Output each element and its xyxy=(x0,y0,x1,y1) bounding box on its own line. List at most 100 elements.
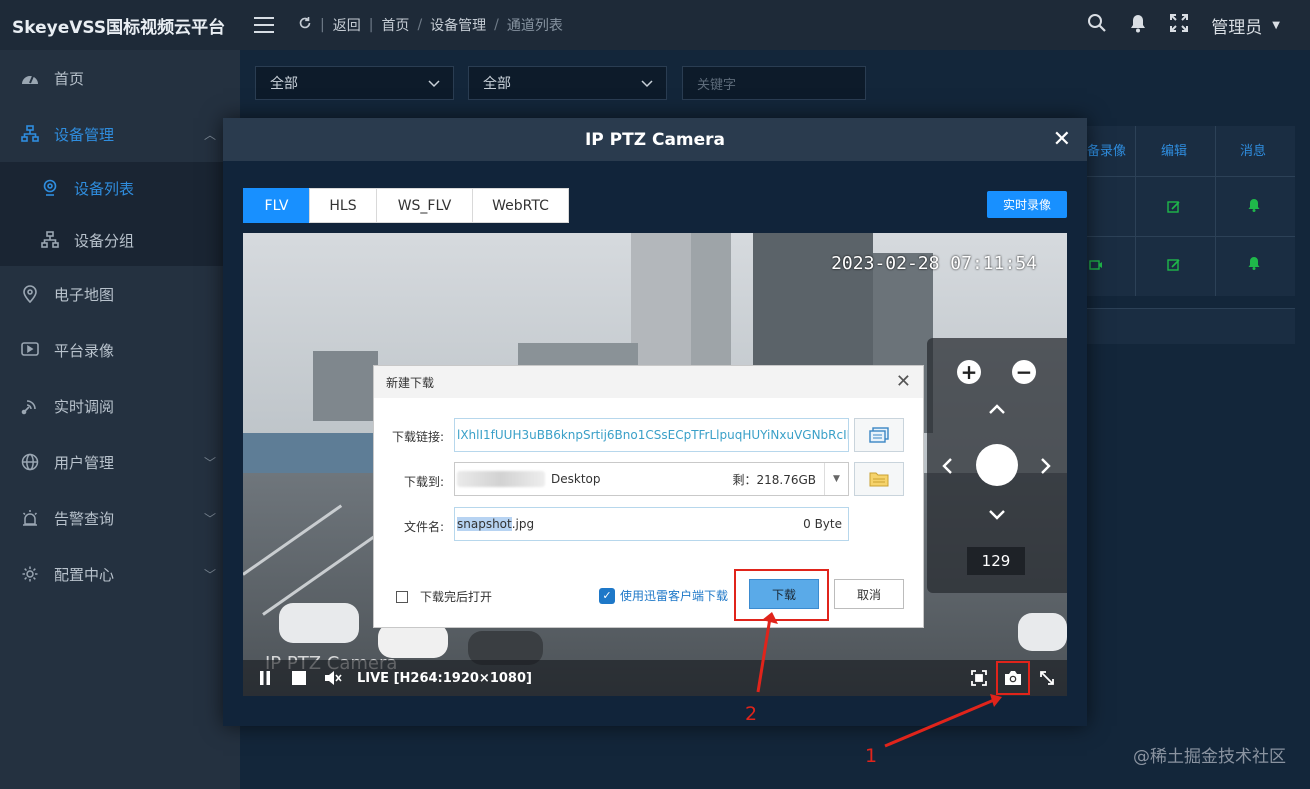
chevron-down-icon xyxy=(428,80,440,88)
browse-folder-button[interactable] xyxy=(854,462,904,496)
sidebar-item-live[interactable]: 实时调阅 xyxy=(0,378,240,434)
sidebar-item-label: 配置中心 xyxy=(54,565,115,584)
arrow-down-icon[interactable] xyxy=(988,502,1006,527)
ptz-center-button[interactable] xyxy=(976,444,1018,486)
close-icon[interactable]: ✕ xyxy=(1053,127,1071,152)
stream-tabs: FLV HLS WS_FLV WebRTC xyxy=(243,188,569,223)
checkbox[interactable] xyxy=(396,590,408,603)
edit-icon[interactable] xyxy=(1167,258,1181,272)
bell-icon[interactable] xyxy=(1129,13,1147,38)
sidebar-item-device-list[interactable]: 设备列表 xyxy=(0,162,240,214)
zoom-in-icon[interactable]: + xyxy=(957,360,981,384)
ptz-speed-value[interactable]: 129 xyxy=(967,547,1025,575)
breadcrumb-separator: | xyxy=(368,17,374,33)
bell-icon[interactable] xyxy=(1247,198,1261,212)
xunlei-client-link[interactable]: ✓ 使用迅雷客户端下载 xyxy=(599,587,728,604)
link-label: 下载链接: xyxy=(391,430,444,444)
download-link-value: lXhlI1fUUH3uBB6knpSrtij6Bno1CSsECpTFrLlp… xyxy=(457,428,849,442)
refresh-icon[interactable] xyxy=(298,16,312,34)
top-bar: SkeyeVSS国标视频云平台 | 返回 | 首页 / 设备管理 / 通道列表 … xyxy=(0,0,1310,50)
breadcrumb-current: 通道列表 xyxy=(506,18,563,34)
chevron-down-icon: ﹀ xyxy=(203,567,216,582)
caret-down-icon[interactable]: ▼ xyxy=(824,463,848,495)
ptz-control-panel: + − 129 xyxy=(927,338,1067,593)
live-stream-label: LIVE [H264:1920×1080] xyxy=(357,670,532,686)
fullscreen-icon[interactable] xyxy=(1169,13,1189,38)
video-timestamp: 2023-02-28 07:11:54 xyxy=(831,253,1037,274)
record-icon[interactable] xyxy=(1089,258,1103,272)
sidebar-item-device-management[interactable]: 设备管理 ︿ xyxy=(0,106,240,162)
breadcrumb-separator: / xyxy=(417,17,423,33)
annotation-step-2: 2 xyxy=(745,703,758,725)
sidebar-item-label: 设备列表 xyxy=(74,179,135,198)
table-pagination xyxy=(1075,308,1295,344)
breadcrumb-section[interactable]: 设备管理 xyxy=(430,15,486,35)
zoom-out-icon[interactable]: − xyxy=(1012,360,1036,384)
status-select[interactable]: 全部 xyxy=(255,66,454,100)
sidebar-item-alarms[interactable]: 告警查询 ﹀ xyxy=(0,490,240,546)
open-after-download[interactable]: 下载完后打开 xyxy=(396,588,492,605)
keyword-input[interactable]: 关键字 xyxy=(682,66,866,100)
mute-icon[interactable] xyxy=(321,666,345,690)
filename-selected: snapshot xyxy=(457,517,512,531)
stop-icon[interactable] xyxy=(287,666,311,690)
user-menu[interactable]: 管理员 ▼ xyxy=(1211,13,1280,38)
save-path-select[interactable]: Desktop 剩：218.76GB ▼ xyxy=(454,462,849,496)
breadcrumb-home[interactable]: 首页 xyxy=(381,15,409,35)
copy-link-button[interactable] xyxy=(854,418,904,452)
back-link[interactable]: 返回 xyxy=(333,15,361,35)
arrow-left-icon[interactable] xyxy=(941,456,953,481)
chevron-down-icon: ﹀ xyxy=(203,511,216,526)
sidebar-item-label: 实时调阅 xyxy=(54,397,115,416)
select-value: 全部 xyxy=(270,76,298,92)
cancel-button[interactable]: 取消 xyxy=(834,579,904,609)
menu-toggle-icon[interactable] xyxy=(254,16,276,34)
device-tree-icon xyxy=(20,124,40,144)
arrow-up-icon[interactable] xyxy=(988,396,1006,421)
dashboard-icon xyxy=(20,68,40,88)
filename-input[interactable]: snapshot .jpg 0 Byte xyxy=(454,507,849,541)
download-link-field[interactable]: lXhlI1fUUH3uBB6knpSrtij6Bno1CSsECpTFrLlp… xyxy=(454,418,849,452)
gear-icon xyxy=(20,564,40,584)
open-after-label: 下载完后打开 xyxy=(420,590,493,604)
tab-flv[interactable]: FLV xyxy=(243,188,310,223)
search-icon[interactable] xyxy=(1087,13,1107,38)
sidebar-item-device-group[interactable]: 设备分组 xyxy=(0,214,240,266)
pause-icon[interactable] xyxy=(253,666,277,690)
user-name: 管理员 xyxy=(1211,17,1263,38)
sidebar-item-label: 首页 xyxy=(54,69,85,88)
sidebar-item-label: 电子地图 xyxy=(54,285,115,304)
alarm-icon xyxy=(20,508,40,528)
type-select[interactable]: 全部 xyxy=(468,66,667,100)
screenshot-area-icon[interactable] xyxy=(967,666,991,690)
camera-snapshot-icon[interactable] xyxy=(996,661,1030,695)
column-header: 编辑 xyxy=(1161,144,1188,159)
channel-table: 备录像 编辑 消息 xyxy=(1075,126,1295,296)
column-header: 消息 xyxy=(1240,144,1267,159)
sidebar-item-home[interactable]: 首页 xyxy=(0,50,240,106)
close-icon[interactable]: ✕ xyxy=(896,371,911,392)
sidebar-item-label: 平台录像 xyxy=(54,341,115,360)
dialog-header: 新建下载 ✕ xyxy=(374,366,923,398)
sidebar-item-map[interactable]: 电子地图 xyxy=(0,266,240,322)
select-value: 全部 xyxy=(483,76,511,92)
keyword-placeholder: 关键字 xyxy=(697,77,737,93)
tab-hls[interactable]: HLS xyxy=(309,188,377,223)
breadcrumb-separator: / xyxy=(494,17,499,33)
bell-icon[interactable] xyxy=(1247,256,1261,270)
sidebar-item-config[interactable]: 配置中心 ﹀ xyxy=(0,546,240,602)
dialog-title: 新建下载 xyxy=(386,375,435,390)
arrow-right-icon[interactable] xyxy=(1040,456,1052,481)
sidebar-item-recordings[interactable]: 平台录像 xyxy=(0,322,240,378)
sidebar-item-label: 用户管理 xyxy=(54,453,115,472)
free-space: 剩：218.76GB xyxy=(732,472,816,487)
tab-ws-flv[interactable]: WS_FLV xyxy=(376,188,473,223)
edit-icon[interactable] xyxy=(1167,200,1181,214)
video-car xyxy=(279,603,359,643)
tab-webrtc[interactable]: WebRTC xyxy=(472,188,569,223)
xunlei-icon: ✓ xyxy=(599,587,615,604)
expand-icon[interactable] xyxy=(1035,666,1059,690)
sidebar-item-users[interactable]: 用户管理 ﹀ xyxy=(0,434,240,490)
save-path-value: Desktop xyxy=(551,472,601,486)
realtime-record-button[interactable]: 实时录像 xyxy=(987,191,1067,218)
